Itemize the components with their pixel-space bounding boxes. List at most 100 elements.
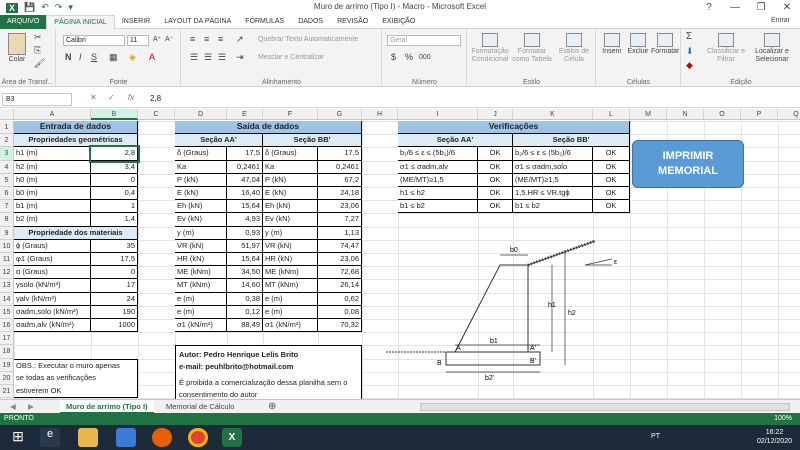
cell-styles-button[interactable]: Estilos de Célula xyxy=(554,33,594,64)
sort-filter-button[interactable]: Classificar e Filtrar xyxy=(704,33,748,64)
row-header-8[interactable]: 8 xyxy=(0,213,14,227)
row-header-4[interactable]: 4 xyxy=(0,160,14,174)
check-result-a[interactable]: OK xyxy=(478,173,513,187)
output-value-b[interactable]: 17,5 xyxy=(318,147,362,161)
align-right-icon[interactable]: ☰ xyxy=(218,53,226,62)
output-value-b[interactable]: 70,32 xyxy=(318,319,362,333)
output-value-a[interactable]: 17,5 xyxy=(227,147,263,161)
output-value-a[interactable]: 15,64 xyxy=(227,253,263,267)
column-header-i[interactable]: I xyxy=(398,109,478,120)
row-header-7[interactable]: 7 xyxy=(0,200,14,214)
tab-formulas[interactable]: FÓRMULAS xyxy=(238,15,291,29)
check-result-b[interactable]: OK xyxy=(593,147,630,161)
print-memorial-button[interactable]: IMPRIMIR MEMORIAL xyxy=(632,140,744,188)
output-value-b[interactable]: 7,27 xyxy=(318,213,362,227)
underline-button[interactable]: S xyxy=(91,53,97,62)
orientation-icon[interactable]: ↗ xyxy=(236,35,244,44)
restore-button[interactable]: ❐ xyxy=(748,0,774,15)
tab-page-layout[interactable]: LAYOUT DA PÁGINA xyxy=(157,15,238,29)
tab-review[interactable]: REVISÃO xyxy=(330,15,375,29)
merge-center-button[interactable]: Mesclar e Centralizar xyxy=(258,54,324,62)
select-all-corner[interactable] xyxy=(0,109,14,120)
check-result-b[interactable]: OK xyxy=(593,200,630,214)
tab-insert[interactable]: INSERIR xyxy=(115,15,157,29)
output-value-b[interactable]: 0,08 xyxy=(318,305,362,319)
sign-in-link[interactable]: Entrar xyxy=(771,17,790,24)
row-header-18[interactable]: 18 xyxy=(0,345,14,359)
tab-data[interactable]: DADOS xyxy=(291,15,330,29)
align-top-icon[interactable]: ≡ xyxy=(190,35,195,44)
output-value-a[interactable]: 51,97 xyxy=(227,239,263,253)
row-header-2[interactable]: 2 xyxy=(0,134,14,148)
geo-value[interactable]: 1,4 xyxy=(91,213,138,227)
check-result-b[interactable]: OK xyxy=(593,160,630,174)
column-header-l[interactable]: L xyxy=(593,109,630,120)
output-value-a[interactable]: 88,49 xyxy=(227,319,263,333)
help-button[interactable]: ? xyxy=(696,0,722,15)
check-result-a[interactable]: OK xyxy=(478,187,513,201)
output-value-b[interactable]: 23,06 xyxy=(318,200,362,214)
material-value[interactable]: 24 xyxy=(91,292,138,306)
language-indicator[interactable]: PT xyxy=(651,433,660,440)
minimize-button[interactable]: — xyxy=(722,0,748,15)
font-color-icon[interactable]: A xyxy=(149,53,155,62)
output-value-b[interactable]: 23,06 xyxy=(318,253,362,267)
row-header-6[interactable]: 6 xyxy=(0,187,14,201)
row-header-9[interactable]: 9 xyxy=(0,226,14,240)
sheet-tab-muro[interactable]: Muro de arrimo (Tipo I) xyxy=(60,400,154,414)
check-result-a[interactable]: OK xyxy=(478,147,513,161)
output-value-b[interactable]: 0,2461 xyxy=(318,160,362,174)
row-header-19[interactable]: 19 xyxy=(0,358,14,372)
zoom-level[interactable]: 100% xyxy=(774,413,792,425)
column-header-b[interactable]: B xyxy=(91,109,138,120)
output-value-a[interactable]: 0,12 xyxy=(227,305,263,319)
clear-icon[interactable]: ◆ xyxy=(686,61,693,70)
material-value[interactable]: 1000 xyxy=(91,319,138,333)
row-header-16[interactable]: 16 xyxy=(0,319,14,333)
output-value-a[interactable]: 0,2461 xyxy=(227,160,263,174)
output-value-a[interactable]: 15,64 xyxy=(227,200,263,214)
file-explorer-icon[interactable] xyxy=(78,428,98,447)
enter-icon[interactable]: ✓ xyxy=(108,93,115,102)
row-header-14[interactable]: 14 xyxy=(0,292,14,306)
column-header-p[interactable]: P xyxy=(741,109,778,120)
material-value[interactable]: 17,5 xyxy=(91,253,138,267)
tab-file[interactable]: ARQUIVO xyxy=(0,14,47,29)
delete-cells-button[interactable]: Excluir xyxy=(625,33,651,56)
cancel-icon[interactable]: ✕ xyxy=(90,93,97,102)
output-value-b[interactable]: 24,18 xyxy=(318,187,362,201)
row-header-5[interactable]: 5 xyxy=(0,173,14,187)
output-value-a[interactable]: 0,38 xyxy=(227,292,263,306)
row-header-20[interactable]: 20 xyxy=(0,371,14,385)
prev-sheet-icon[interactable]: ◀ xyxy=(4,400,22,414)
row-header-11[interactable]: 11 xyxy=(0,253,14,267)
check-result-a[interactable]: OK xyxy=(478,160,513,174)
output-value-b[interactable]: 72,68 xyxy=(318,266,362,280)
fx-icon[interactable]: fx xyxy=(128,93,134,102)
check-result-a[interactable]: OK xyxy=(478,200,513,214)
bold-button[interactable]: N xyxy=(65,53,72,62)
row-header-3[interactable]: 3 xyxy=(0,147,14,161)
material-value[interactable]: 35 xyxy=(91,239,138,253)
column-header-k[interactable]: K xyxy=(513,109,593,120)
chrome-icon[interactable] xyxy=(188,428,208,447)
output-value-a[interactable]: 14,60 xyxy=(227,279,263,293)
fill-icon[interactable]: ⬇ xyxy=(686,47,694,56)
output-value-b[interactable]: 67,2 xyxy=(318,173,362,187)
close-button[interactable]: ✕ xyxy=(774,0,800,15)
align-bottom-icon[interactable]: ≡ xyxy=(218,35,223,44)
output-value-a[interactable]: 34,50 xyxy=(227,266,263,280)
output-value-b[interactable]: 26,14 xyxy=(318,279,362,293)
windows-start-icon[interactable]: ⊞ xyxy=(8,428,28,447)
autosum-icon[interactable]: Σ xyxy=(686,32,692,42)
font-size-dropdown[interactable]: 11 xyxy=(127,35,149,46)
name-box[interactable]: B3 xyxy=(2,93,72,106)
conditional-format-button[interactable]: Formatação Condicional xyxy=(470,33,510,64)
firefox-icon[interactable] xyxy=(152,428,172,447)
column-header-h[interactable]: H xyxy=(362,109,398,120)
shrink-font-icon[interactable]: A⁻ xyxy=(165,36,173,44)
check-result-b[interactable]: OK xyxy=(593,187,630,201)
column-header-m[interactable]: M xyxy=(630,109,667,120)
row-header-13[interactable]: 13 xyxy=(0,279,14,293)
formula-input[interactable]: 2,8 xyxy=(150,94,161,103)
